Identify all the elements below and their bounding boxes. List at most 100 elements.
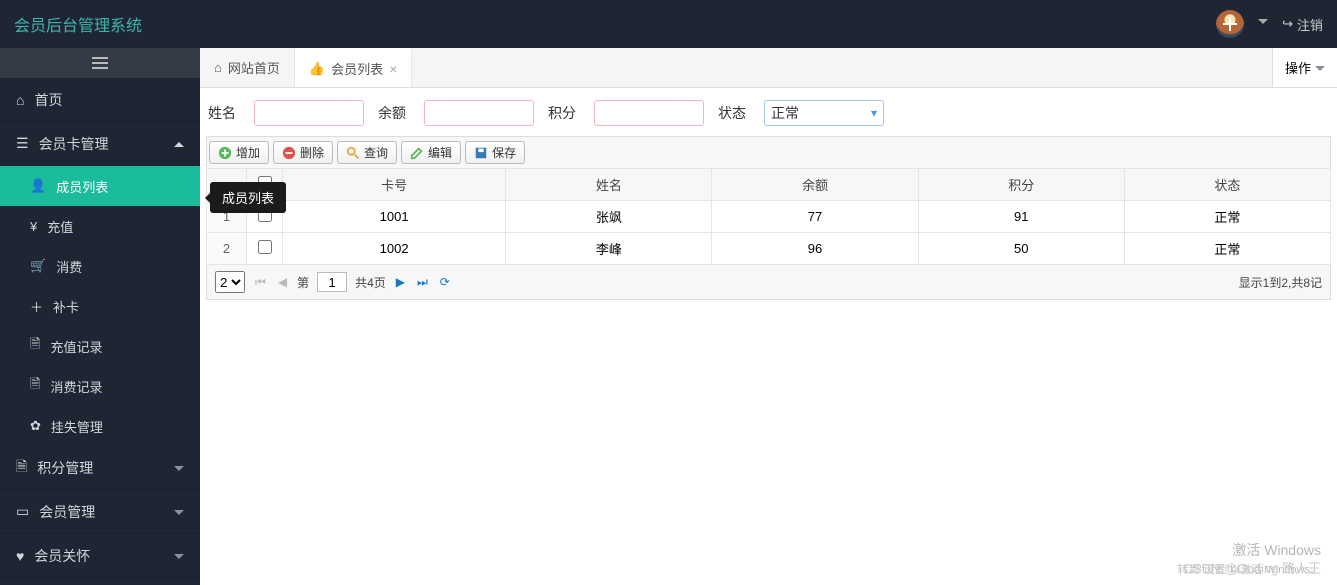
- table-row[interactable]: 11001张飒7791正常: [207, 201, 1331, 233]
- sidebar-sub-recharge-log[interactable]: 🗎 充值记录: [0, 326, 200, 366]
- pager-prev[interactable]: ◀: [276, 275, 289, 289]
- sidebar-toggle[interactable]: [0, 48, 200, 78]
- user-menu-caret[interactable]: [1258, 19, 1268, 29]
- avatar[interactable]: [1216, 10, 1244, 38]
- delete-button[interactable]: 删除: [273, 141, 333, 164]
- heart-icon: ♥: [16, 548, 24, 564]
- minus-circle-icon: [282, 146, 296, 160]
- pager-last[interactable]: ⏭: [415, 275, 430, 290]
- sidebar-item-care[interactable]: ♥ 会员关怀: [0, 534, 200, 578]
- sidebar-tooltip: 成员列表: [210, 182, 286, 213]
- tab-ops[interactable]: 操作: [1272, 48, 1337, 87]
- thumbs-up-icon: 👍: [309, 61, 325, 77]
- sidebar-sub-reissue[interactable]: ＋ 补卡: [0, 286, 200, 326]
- btn-label: 编辑: [428, 144, 452, 161]
- btn-label: 查询: [364, 144, 388, 161]
- pager-refresh[interactable]: ⟳: [438, 275, 452, 289]
- sidebar-item-label: 会员关怀: [34, 546, 90, 566]
- list-icon: ☰: [16, 135, 29, 152]
- sidebar-item-points[interactable]: 🗎 积分管理: [0, 446, 200, 490]
- filter-points-input[interactable]: [594, 100, 704, 126]
- cell-balance: 77: [712, 201, 918, 233]
- col-balance[interactable]: 余额: [712, 169, 918, 201]
- filter-balance-label: 余额: [378, 103, 410, 123]
- pencil-icon: [410, 146, 424, 160]
- caret-down-icon: [174, 554, 184, 564]
- table-row[interactable]: 21002李峰9650正常: [207, 233, 1331, 265]
- data-grid: 卡号 姓名 余额 积分 状态 11001张飒7791正常21002李峰9650正…: [206, 168, 1331, 265]
- logout-icon: ↪: [1282, 16, 1293, 32]
- doc-icon: 🗎: [30, 335, 40, 357]
- pager-label: 第: [297, 274, 309, 291]
- sidebar-sub-label: 充值记录: [50, 337, 102, 356]
- filter-status-select[interactable]: 正常 ▾: [764, 100, 884, 126]
- sidebar-sub-label: 消费记录: [50, 377, 102, 396]
- cell-status: 正常: [1124, 233, 1330, 265]
- home-icon: ⌂: [16, 92, 24, 108]
- sidebar-sub-member-list[interactable]: 👤 成员列表: [0, 166, 200, 206]
- btn-label: 删除: [300, 144, 324, 161]
- logout-label: 注销: [1297, 15, 1323, 34]
- user-icon: 👤: [30, 178, 46, 194]
- sidebar-item-label: 首页: [34, 90, 62, 110]
- cell-name: 李峰: [506, 233, 712, 265]
- tab-home[interactable]: ⌂ 网站首页: [200, 48, 295, 87]
- home-icon: ⌂: [214, 60, 222, 75]
- cell-card: 1002: [283, 233, 506, 265]
- sidebar-sub-label: 挂失管理: [51, 417, 103, 436]
- sidebar-item-label: 会员管理: [39, 502, 95, 522]
- yen-icon: ¥: [30, 219, 37, 234]
- close-icon[interactable]: ×: [389, 61, 397, 77]
- gear-icon: ✿: [30, 418, 41, 434]
- btn-label: 保存: [492, 144, 516, 161]
- sidebar-sub-consume[interactable]: 🛒消费: [0, 246, 200, 286]
- cell-points: 91: [918, 201, 1124, 233]
- sidebar-sub-label: 充值: [47, 217, 73, 236]
- caret-down-icon: [174, 466, 184, 476]
- col-status[interactable]: 状态: [1124, 169, 1330, 201]
- add-button[interactable]: 增加: [209, 141, 269, 164]
- save-icon: [474, 146, 488, 160]
- page-number-input[interactable]: [317, 272, 347, 292]
- filter-name-label: 姓名: [208, 103, 240, 123]
- tab-member-list[interactable]: 👍 会员列表 ×: [295, 48, 412, 87]
- page-size-select[interactable]: 2: [215, 271, 245, 293]
- edit-button[interactable]: 编辑: [401, 141, 461, 164]
- file-icon: 🗎: [16, 456, 27, 480]
- sidebar-sub-label: 成员列表: [56, 177, 108, 196]
- tab-label: 网站首页: [228, 58, 280, 77]
- pager-first[interactable]: ⏮: [253, 275, 268, 290]
- sidebar-sub-recharge[interactable]: ¥ 充值: [0, 206, 200, 246]
- tab-label: 会员列表: [331, 59, 383, 78]
- sidebar-item-card-mgmt[interactable]: ☰ 会员卡管理: [0, 122, 200, 166]
- sidebar-item-home[interactable]: ⌂ 首页: [0, 78, 200, 122]
- query-button[interactable]: 查询: [337, 141, 397, 164]
- col-points[interactable]: 积分: [918, 169, 1124, 201]
- cell-balance: 96: [712, 233, 918, 265]
- filter-name-input[interactable]: [254, 100, 364, 126]
- pager-next[interactable]: ▶: [394, 275, 407, 289]
- select-value: 正常: [771, 103, 799, 123]
- sidebar-sub-lost[interactable]: ✿ 挂失管理: [0, 406, 200, 446]
- col-name[interactable]: 姓名: [506, 169, 712, 201]
- cell-card: 1001: [283, 201, 506, 233]
- sidebar-item-member[interactable]: ▭会员管理: [0, 490, 200, 534]
- sidebar-sub-consume-log[interactable]: 🗎消费记录: [0, 366, 200, 406]
- btn-label: 增加: [236, 144, 260, 161]
- cell-name: 张飒: [506, 201, 712, 233]
- sidebar-item-label: 会员卡管理: [39, 134, 109, 154]
- plus-icon: ＋: [30, 297, 43, 316]
- cell-points: 50: [918, 233, 1124, 265]
- row-check[interactable]: [258, 240, 272, 254]
- caret-down-icon: [1315, 66, 1325, 76]
- sidebar-sub-label: 补卡: [53, 297, 79, 316]
- sidebar-item-label: 积分管理: [37, 458, 93, 478]
- app-title: 会员后台管理系统: [14, 12, 142, 36]
- logout-link[interactable]: ↪ 注销: [1282, 15, 1323, 34]
- filter-balance-input[interactable]: [424, 100, 534, 126]
- pager-total: 共4页: [355, 274, 386, 291]
- filter-status-label: 状态: [718, 103, 750, 123]
- filter-points-label: 积分: [548, 103, 580, 123]
- save-button[interactable]: 保存: [465, 141, 525, 164]
- col-card[interactable]: 卡号: [283, 169, 506, 201]
